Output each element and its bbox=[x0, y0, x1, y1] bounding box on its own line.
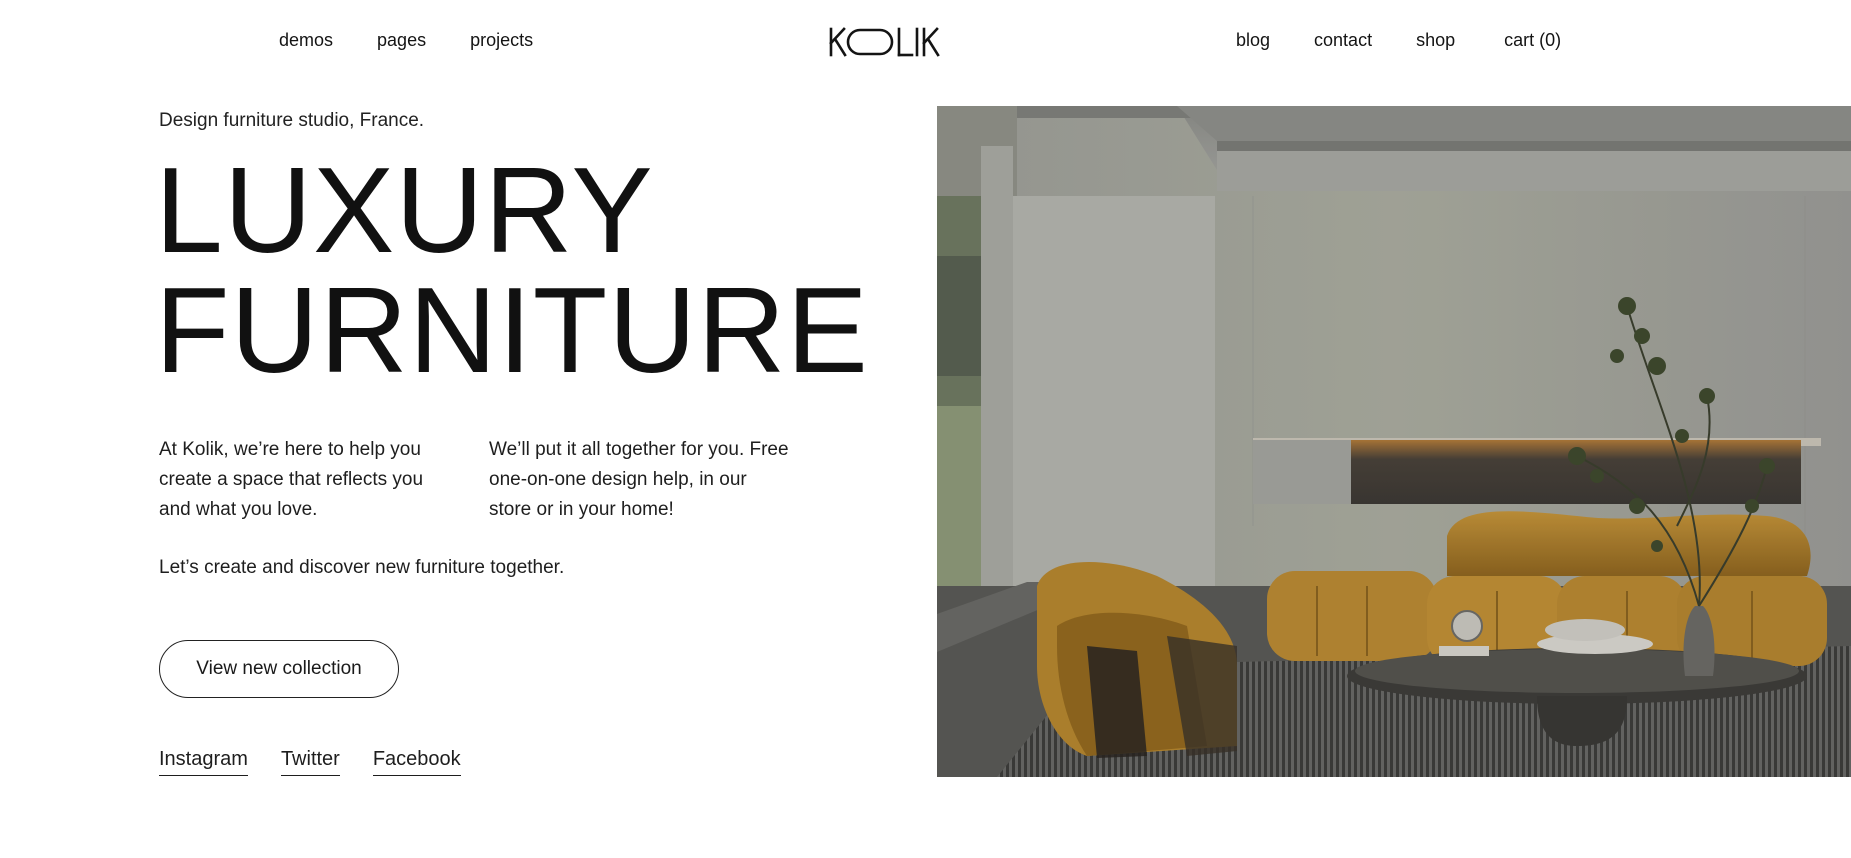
logo[interactable] bbox=[828, 26, 940, 58]
intro-paragraph: At Kolik, we’re here to help you create … bbox=[159, 439, 424, 520]
nav-link-projects[interactable]: projects bbox=[470, 30, 533, 51]
hero-title-line-1: LUXURY bbox=[155, 142, 654, 278]
hero-subtitle: Design furniture studio, France. bbox=[159, 110, 425, 131]
social-links: Instagram Twitter Facebook bbox=[159, 748, 494, 776]
living-room-illustration bbox=[937, 106, 1851, 777]
nav-link-pages[interactable]: pages bbox=[377, 30, 426, 51]
social-link-twitter[interactable]: Twitter bbox=[280, 748, 340, 776]
hero-title: LUXURY FURNITURE bbox=[155, 142, 869, 398]
nav-right: blog contact shop cart (0) bbox=[1236, 30, 1561, 51]
nav-link-demos[interactable]: demos bbox=[279, 30, 333, 51]
cart-link[interactable]: cart (0) bbox=[1504, 30, 1561, 51]
tagline: Let’s create and discover new furniture … bbox=[159, 557, 565, 578]
hero-image bbox=[937, 106, 1851, 777]
service-paragraph: We’ll put it all together for you. Free … bbox=[489, 439, 789, 520]
hero-title-line-2: FURNITURE bbox=[155, 262, 869, 398]
nav-link-contact[interactable]: contact bbox=[1314, 30, 1372, 51]
view-collection-button[interactable]: View new collection bbox=[159, 640, 399, 698]
social-link-instagram[interactable]: Instagram bbox=[159, 748, 248, 776]
nav-link-blog[interactable]: blog bbox=[1236, 30, 1270, 51]
nav-left: demos pages projects bbox=[279, 30, 577, 51]
social-link-facebook[interactable]: Facebook bbox=[372, 748, 461, 776]
nav-link-shop[interactable]: shop bbox=[1416, 30, 1455, 51]
logo-mark bbox=[829, 27, 940, 57]
page: demos pages projects blog contact shop c… bbox=[0, 0, 1851, 858]
